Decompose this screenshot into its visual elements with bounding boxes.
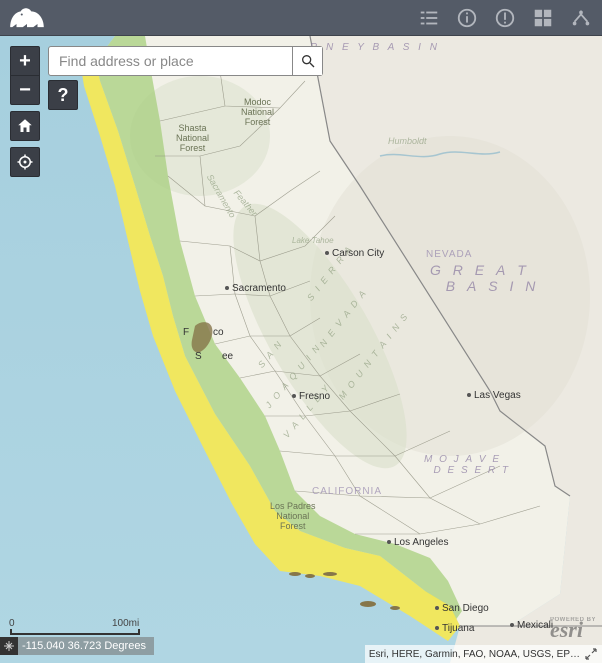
- header-tools: [414, 3, 596, 33]
- locate-button[interactable]: [10, 147, 40, 177]
- map-base-layer: [0, 36, 602, 663]
- alert-icon[interactable]: [490, 3, 520, 33]
- attribution-bar: Esri, HERE, Garmin, FAO, NOAA, USGS, EP…: [365, 645, 602, 663]
- scale-zero: 0: [9, 618, 15, 629]
- scale-bar: 0 100mi: [10, 629, 140, 635]
- coordinate-text: -115.040 36.723 Degrees: [22, 640, 146, 652]
- zoom-out-button[interactable]: −: [10, 75, 40, 105]
- search-button[interactable]: [292, 47, 322, 75]
- esri-logo-text: esri: [550, 617, 583, 642]
- coordinate-toggle-icon[interactable]: [0, 637, 18, 655]
- help-button[interactable]: ?: [48, 80, 78, 110]
- scale-distance: 100mi: [112, 618, 139, 629]
- header-bar: [0, 0, 602, 36]
- search-icon: [300, 53, 316, 69]
- bear-logo[interactable]: [6, 4, 48, 32]
- attribution-text: Esri, HERE, Garmin, FAO, NOAA, USGS, EP…: [369, 649, 580, 660]
- map-controls: + −: [10, 46, 40, 177]
- basemap-icon[interactable]: [528, 3, 558, 33]
- esri-logo: POWERED BY esri: [550, 617, 596, 643]
- zoom-in-button[interactable]: +: [10, 46, 40, 76]
- legend-icon[interactable]: [414, 3, 444, 33]
- map-canvas[interactable]: G R E A T B A S I N NEVADA M O J A V E D…: [0, 36, 602, 663]
- attribution-expand-icon[interactable]: [584, 647, 598, 661]
- coordinate-bar: -115.040 36.723 Degrees: [0, 637, 154, 655]
- info-icon[interactable]: [452, 3, 482, 33]
- zoom-group: + −: [10, 46, 40, 105]
- home-button[interactable]: [10, 111, 40, 141]
- search-box: [48, 46, 323, 76]
- share-icon[interactable]: [566, 3, 596, 33]
- search-input[interactable]: [49, 47, 292, 75]
